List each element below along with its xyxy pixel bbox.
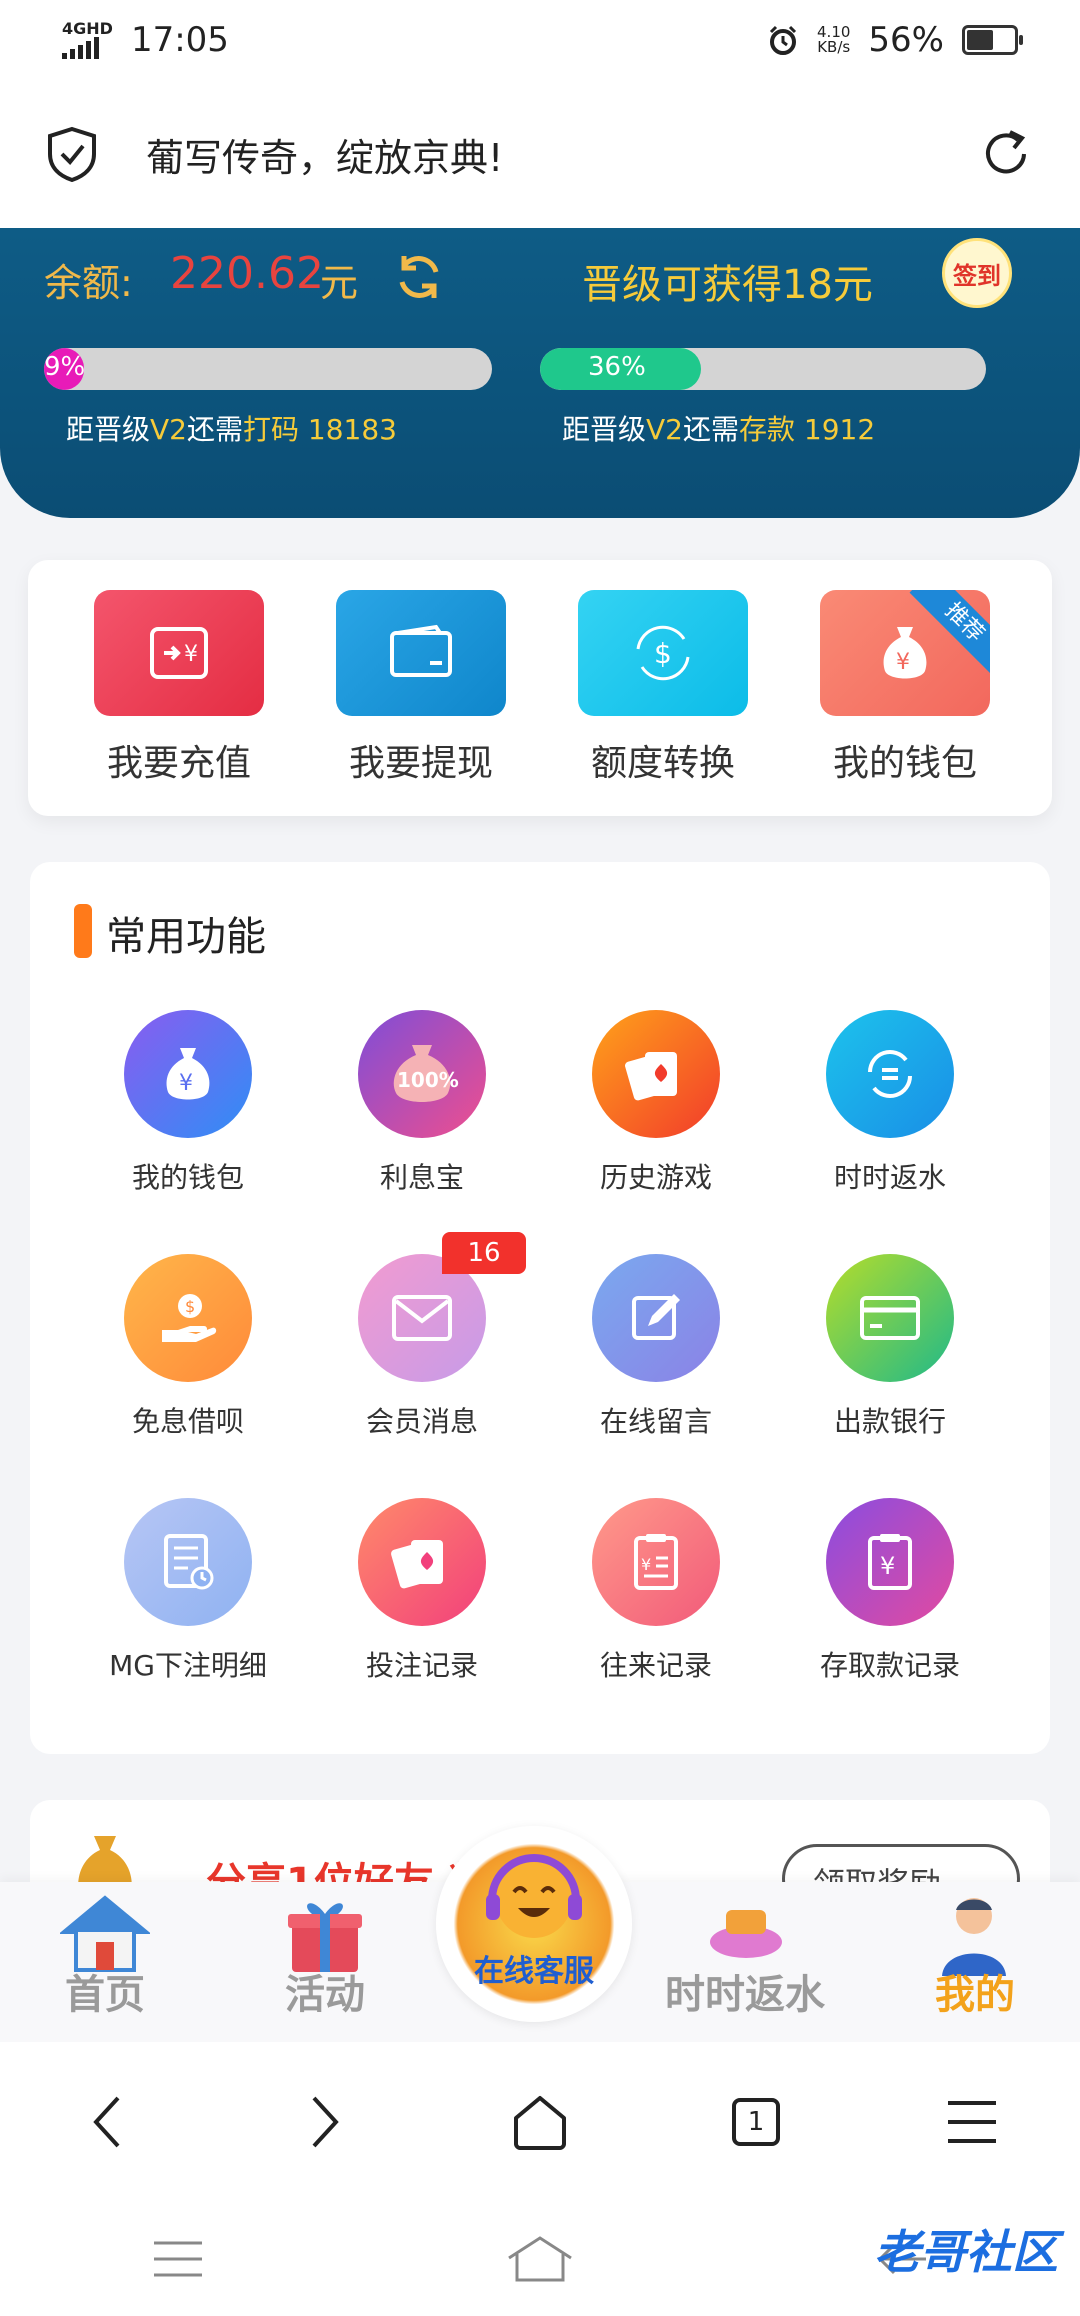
menu-button[interactable] — [922, 2072, 1022, 2172]
cards-icon — [592, 1010, 720, 1138]
nav-rebate[interactable]: 时时返水 — [660, 1892, 830, 2032]
signal-indicator: 4GHD — [62, 21, 113, 59]
chevron-left-icon — [93, 2096, 120, 2148]
nav-home[interactable]: 首页 — [20, 1892, 190, 2032]
home-outline-icon — [514, 2096, 566, 2150]
system-home-icon[interactable] — [505, 2234, 575, 2284]
svg-text:$: $ — [185, 1297, 195, 1316]
nav-activity[interactable]: 活动 — [240, 1892, 410, 2032]
page-title[interactable]: 葡写传奇，绽放京典! — [146, 127, 978, 182]
battery-percent: 56% — [868, 20, 944, 60]
tab-count: 1 — [732, 2098, 780, 2146]
forward-button[interactable] — [274, 2072, 374, 2172]
func-rebate[interactable]: 时时返水 — [790, 1010, 990, 1196]
svg-text:¥: ¥ — [641, 1555, 651, 1574]
func-bet-records[interactable]: 投注记录 — [322, 1498, 522, 1684]
rebate-cycle-icon — [826, 1010, 954, 1138]
back-button[interactable] — [58, 2072, 158, 2172]
func-bank[interactable]: 出款银行 — [790, 1254, 990, 1440]
quick-recharge[interactable]: ¥ 我要充值 — [94, 590, 264, 786]
common-functions: 常用功能 ¥ 我的钱包 100% 利息宝 历史游戏 时时返水 $ 免息借呗 16… — [30, 862, 1050, 1754]
func-loan[interactable]: $ 免息借呗 — [88, 1254, 288, 1440]
quick-withdraw[interactable]: 我要提现 — [336, 590, 506, 786]
nav-customer-service[interactable]: 在线客服 — [436, 1826, 632, 2022]
tabs-button[interactable]: 1 — [706, 2072, 806, 2172]
bet-requirement: 距晋级V2还需打码 18183 — [66, 413, 397, 446]
watermark-logo: 老哥社区 — [874, 2225, 1058, 2279]
clock: 17:05 — [130, 20, 229, 60]
func-mg-bet-detail[interactable]: MG下注明细 — [88, 1498, 288, 1684]
network-type: 4GHD — [62, 19, 113, 38]
reload-icon[interactable] — [978, 126, 1034, 182]
edit-note-icon — [592, 1254, 720, 1382]
balance-value: 220.62 — [170, 248, 324, 299]
recent-apps-icon[interactable] — [150, 2239, 206, 2279]
balance-label: 余额: — [44, 261, 133, 305]
wallet-withdraw-icon — [336, 590, 506, 716]
chevron-right-icon — [312, 2096, 339, 2148]
quick-transfer[interactable]: $ 额度转换 — [578, 590, 748, 786]
func-interest[interactable]: 100% 利息宝 — [322, 1010, 522, 1196]
rebate-icon — [710, 1910, 782, 1958]
section-title: 常用功能 — [106, 914, 266, 960]
interest-bag-icon: 100% — [358, 1010, 486, 1138]
svg-text:¥: ¥ — [179, 1071, 193, 1096]
func-deposit-records[interactable]: ¥ 存取款记录 — [790, 1498, 990, 1684]
func-transactions[interactable]: ¥ 往来记录 — [556, 1498, 756, 1684]
battery-icon — [962, 25, 1023, 55]
currency-exchange-icon: $ — [578, 590, 748, 716]
account-summary: 余额: 220.62 元 晋级可获得18元 签到 9% 36% 距晋级V2还需打… — [0, 228, 1080, 518]
status-bar: 4GHD 17:05 4.10 KB/s 56% — [0, 0, 1080, 80]
func-my-wallet[interactable]: ¥ 我的钱包 — [88, 1010, 288, 1196]
deposit-progress-text: 36% — [588, 352, 646, 382]
shield-check-icon[interactable] — [46, 126, 98, 182]
bet-progress-text: 9% — [44, 352, 86, 382]
refresh-balance-icon[interactable] — [392, 250, 446, 304]
svg-text:$: $ — [654, 637, 672, 670]
hamburger-menu-icon — [948, 2101, 996, 2143]
recharge-icon: ¥ — [94, 590, 264, 716]
bank-card-icon — [826, 1254, 954, 1382]
alarm-icon — [769, 25, 797, 55]
message-count-badge: 16 — [442, 1232, 526, 1274]
browser-toolbar: 1 — [0, 2042, 1080, 2202]
customer-service-icon — [486, 1854, 582, 1938]
quick-wallet[interactable]: ¥ 推荐 我的钱包 — [820, 590, 990, 786]
upgrade-reward-text: 晋级可获得18元 — [582, 262, 873, 308]
quick-actions: ¥ 我要充值 我要提现 $ 额度转换 ¥ 推荐 我的钱包 — [28, 560, 1052, 816]
nav-mine[interactable]: 我的 — [890, 1892, 1060, 2032]
svg-text:¥: ¥ — [896, 650, 910, 675]
bet-progress-bar: 9% — [44, 348, 492, 390]
func-messages[interactable]: 16 会员消息 — [322, 1232, 526, 1440]
balance-unit: 元 — [320, 261, 359, 305]
mail-icon: 16 — [358, 1232, 526, 1382]
transaction-record-icon: ¥ — [592, 1498, 720, 1626]
home-button[interactable] — [490, 2072, 590, 2172]
net-speed: 4.10 KB/s — [817, 23, 851, 56]
bet-detail-icon — [124, 1498, 252, 1626]
interest-bag-text: 100% — [397, 1068, 459, 1092]
money-bag-icon: ¥ 推荐 — [820, 590, 990, 716]
deposit-progress-bar: 36% — [540, 348, 986, 390]
svg-text:¥: ¥ — [880, 1552, 895, 1580]
browser-address-bar: 葡写传奇，绽放京典! — [0, 80, 1080, 228]
money-bag-icon: ¥ — [124, 1010, 252, 1138]
func-history-games[interactable]: 历史游戏 — [556, 1010, 756, 1196]
signin-button[interactable]: 签到 — [942, 238, 1012, 308]
deposit-record-icon: ¥ — [826, 1498, 954, 1626]
signal-bars-icon — [62, 37, 113, 59]
deposit-requirement: 距晋级V2还需存款 1912 — [562, 413, 876, 446]
svg-text:¥: ¥ — [184, 642, 198, 667]
cards-record-icon — [358, 1498, 486, 1626]
section-accent — [74, 904, 92, 958]
status-right: 4.10 KB/s 56% — [767, 20, 1023, 60]
loan-hand-icon: $ — [124, 1254, 252, 1382]
status-left: 4GHD 17:05 — [62, 20, 229, 60]
func-leave-message[interactable]: 在线留言 — [556, 1254, 756, 1440]
